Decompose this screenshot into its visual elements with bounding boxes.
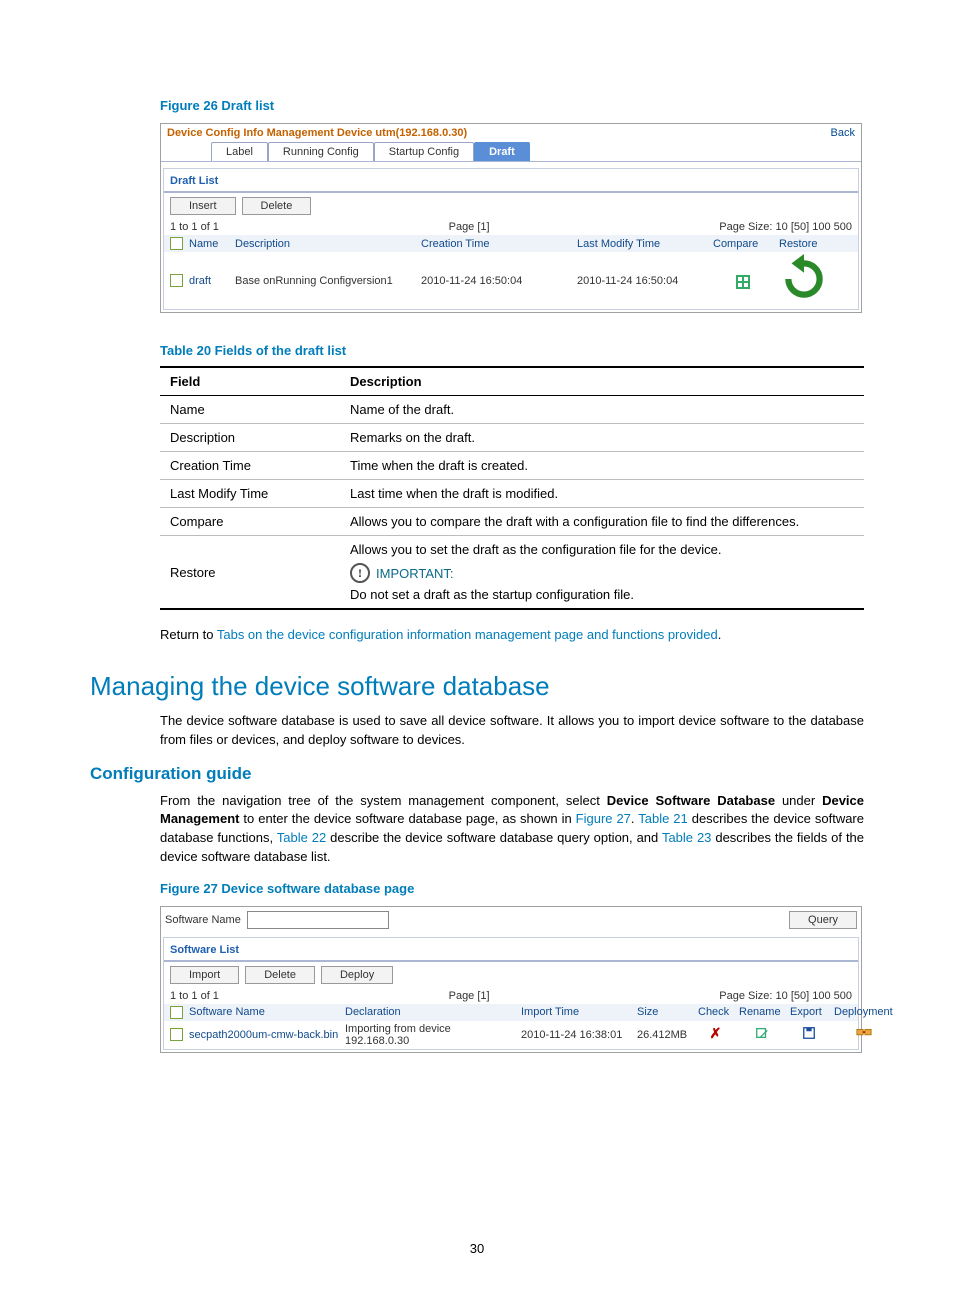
col-deployment: Deployment — [834, 1006, 894, 1018]
check-icon[interactable]: ✗ — [698, 1026, 733, 1043]
th-description: Description — [340, 367, 864, 396]
delete-button[interactable]: Delete — [242, 197, 312, 215]
row-desc: Base onRunning Configversion1 — [235, 275, 415, 287]
import-button[interactable]: Import — [170, 966, 239, 984]
figure26-caption: Figure 26 Draft list — [160, 98, 864, 113]
table20: Field Description NameName of the draft.… — [160, 366, 864, 610]
row-import-time: 2010-11-24 16:38:01 — [521, 1029, 631, 1041]
panel-title-software-list: Software List — [164, 938, 858, 962]
link-table21[interactable]: Table 21 — [638, 811, 688, 826]
important-label: IMPORTANT: — [376, 566, 454, 581]
link-figure27[interactable]: Figure 27 — [576, 811, 631, 826]
software-grid-header: Software Name Declaration Import Time Si… — [164, 1004, 858, 1021]
row-software-name[interactable]: secpath2000um-cmw-back.bin — [189, 1029, 339, 1041]
col-compare: Compare — [713, 238, 773, 250]
back-link[interactable]: Back — [831, 127, 855, 139]
query-label: Software Name — [165, 914, 241, 926]
export-icon[interactable] — [790, 1026, 828, 1043]
guide-paragraph: From the navigation tree of the system m… — [160, 792, 864, 867]
table20-caption: Table 20 Fields of the draft list — [160, 343, 864, 358]
heading-config-guide: Configuration guide — [90, 764, 864, 784]
row-checkbox[interactable] — [170, 274, 183, 287]
col-description: Description — [235, 238, 415, 250]
software-name-input[interactable] — [247, 911, 389, 929]
col-rename: Rename — [739, 1006, 784, 1018]
page-number: 30 — [0, 1241, 954, 1256]
restore-icon[interactable] — [779, 254, 829, 307]
col-creation-time: Creation Time — [421, 238, 571, 250]
th-field: Field — [160, 367, 340, 396]
deploy-button[interactable]: Deploy — [321, 966, 393, 984]
pager-range: 1 to 1 of 1 — [170, 990, 219, 1002]
row-size: 26.412MB — [637, 1029, 692, 1041]
pager-size: Page Size: 10 [50] 100 500 — [719, 990, 852, 1002]
row-ctime: 2010-11-24 16:50:04 — [421, 275, 571, 287]
figure26-screenshot: Device Config Info Management Device utm… — [160, 123, 862, 313]
tab-running-config[interactable]: Running Config — [268, 142, 374, 161]
draft-row: draft Base onRunning Configversion1 2010… — [164, 252, 858, 309]
heading-managing: Managing the device software database — [90, 671, 864, 702]
col-name: Name — [189, 238, 229, 250]
table-row: CompareAllows you to compare the draft w… — [160, 508, 864, 536]
panel-title-draft-list: Draft List — [164, 169, 858, 193]
pager-range: 1 to 1 of 1 — [170, 221, 219, 233]
select-all-checkbox[interactable] — [170, 1006, 183, 1019]
table-row: NameName of the draft. — [160, 396, 864, 424]
figure27-caption: Figure 27 Device software database page — [160, 881, 864, 896]
table-row: Creation TimeTime when the draft is crea… — [160, 452, 864, 480]
col-import-time: Import Time — [521, 1006, 631, 1018]
important-callout: ! IMPORTANT: — [350, 563, 854, 583]
link-table23[interactable]: Table 23 — [662, 830, 711, 845]
col-check: Check — [698, 1006, 733, 1018]
intro-paragraph: The device software database is used to … — [160, 712, 864, 750]
draft-grid-header: Name Description Creation Time Last Modi… — [164, 235, 858, 252]
tab-label[interactable]: Label — [211, 142, 268, 161]
breadcrumb-text: Device Config Info Management Device utm… — [167, 127, 467, 139]
select-all-checkbox[interactable] — [170, 237, 183, 250]
link-table22[interactable]: Table 22 — [277, 830, 326, 845]
tab-startup-config[interactable]: Startup Config — [374, 142, 474, 161]
pager-page: Page [1] — [219, 990, 719, 1002]
deployment-icon[interactable] — [834, 1026, 894, 1043]
restore-line1: Allows you to set the draft as the confi… — [350, 542, 854, 557]
row-mtime: 2010-11-24 16:50:04 — [577, 275, 707, 287]
return-link[interactable]: Tabs on the device configuration informa… — [217, 627, 718, 642]
row-checkbox[interactable] — [170, 1028, 183, 1041]
software-row: secpath2000um-cmw-back.bin Importing fro… — [164, 1021, 858, 1049]
insert-button[interactable]: Insert — [170, 197, 236, 215]
table-row-restore: Restore Allows you to set the draft as t… — [160, 536, 864, 610]
pager-page: Page [1] — [219, 221, 719, 233]
delete-button[interactable]: Delete — [245, 966, 315, 984]
return-line: Return to Tabs on the device configurati… — [160, 626, 864, 645]
figure27-screenshot: Software Name Query Software List Import… — [160, 906, 862, 1053]
row-declaration: Importing from device 192.168.0.30 — [345, 1023, 515, 1047]
important-icon: ! — [350, 563, 370, 583]
col-declaration: Declaration — [345, 1006, 515, 1018]
rename-icon[interactable] — [739, 1026, 784, 1043]
table-row: DescriptionRemarks on the draft. — [160, 424, 864, 452]
col-software-name: Software Name — [189, 1006, 339, 1018]
compare-icon[interactable] — [713, 273, 773, 289]
restore-line2: Do not set a draft as the startup config… — [350, 587, 854, 602]
col-restore: Restore — [779, 238, 829, 250]
col-export: Export — [790, 1006, 828, 1018]
row-name[interactable]: draft — [189, 275, 229, 287]
table-row: Last Modify TimeLast time when the draft… — [160, 480, 864, 508]
col-last-modify: Last Modify Time — [577, 238, 707, 250]
tab-draft[interactable]: Draft — [474, 142, 530, 161]
pager-size: Page Size: 10 [50] 100 500 — [719, 221, 852, 233]
query-button[interactable]: Query — [789, 911, 857, 929]
col-size: Size — [637, 1006, 692, 1018]
